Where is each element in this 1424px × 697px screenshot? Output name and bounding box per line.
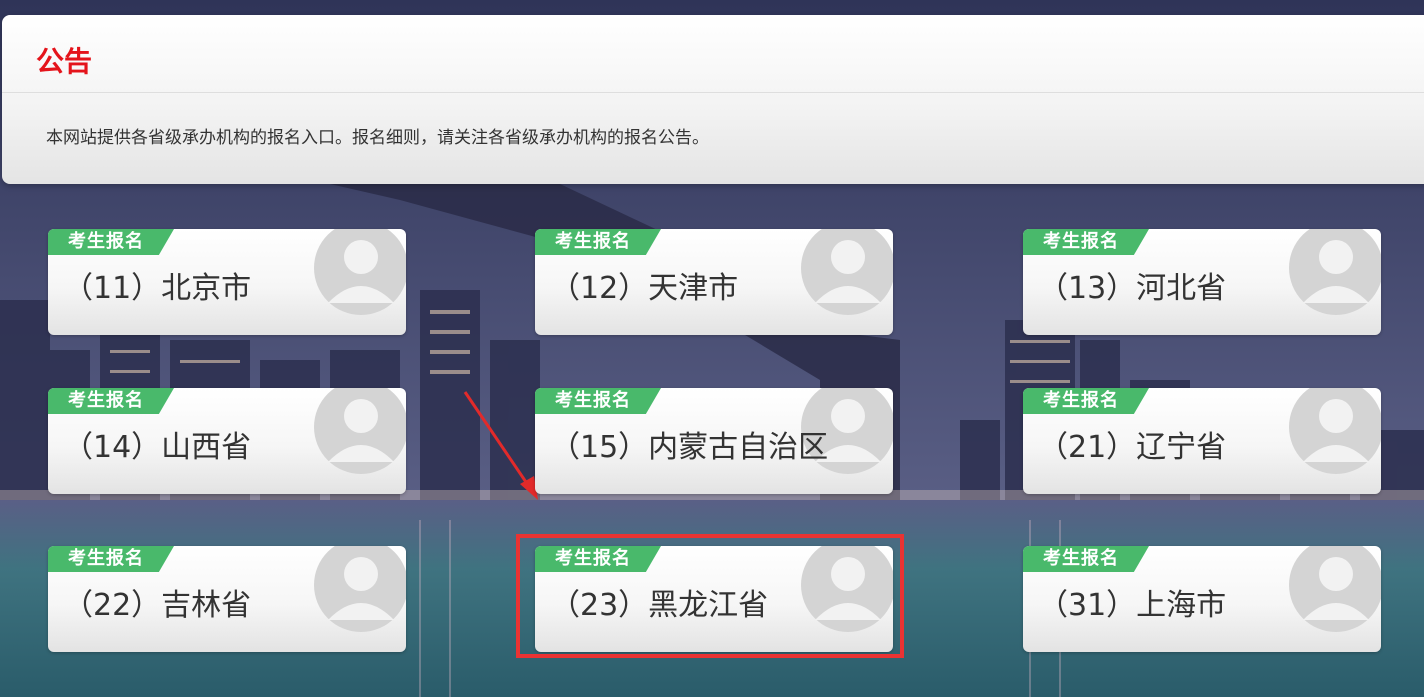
user-avatar-icon [1289, 388, 1381, 474]
register-tag-label: 考生报名 [1043, 548, 1119, 569]
user-avatar-icon [801, 229, 893, 315]
notice-divider [2, 92, 1424, 93]
province-name: （11）北京市 [63, 271, 252, 306]
province-card-hebei[interactable]: 考生报名 （13）河北省 [1023, 229, 1381, 335]
province-card-shanxi[interactable]: 考生报名 （14）山西省 [48, 388, 406, 494]
province-card-neimenggu[interactable]: 考生报名 （15）内蒙古自治区 [535, 388, 893, 494]
register-tag-label: 考生报名 [1043, 231, 1119, 252]
highlight-box [516, 534, 904, 658]
province-card-tianjin[interactable]: 考生报名 （12）天津市 [535, 229, 893, 335]
register-tag-label: 考生报名 [555, 390, 631, 411]
user-avatar-icon [314, 229, 406, 315]
province-card-jilin[interactable]: 考生报名 （22）吉林省 [48, 546, 406, 652]
user-avatar-icon [1289, 229, 1381, 315]
notice-body: 本网站提供各省级承办机构的报名入口。报名细则，请关注各省级承办机构的报名公告。 [46, 128, 709, 148]
province-card-beijing[interactable]: 考生报名 （11）北京市 [48, 229, 406, 335]
register-tag-label: 考生报名 [555, 231, 631, 252]
register-tag-label: 考生报名 [68, 548, 144, 569]
user-avatar-icon [314, 388, 406, 474]
notice-title: 公告 [36, 45, 93, 78]
province-card-shanghai[interactable]: 考生报名 （31）上海市 [1023, 546, 1381, 652]
user-avatar-icon [314, 546, 406, 632]
province-name: （12）天津市 [550, 271, 739, 306]
user-avatar-icon [1289, 546, 1381, 632]
province-name: （22）吉林省 [63, 588, 252, 623]
province-name: （13）河北省 [1038, 271, 1227, 306]
province-name: （31）上海市 [1038, 588, 1227, 623]
notice-panel: 公告 本网站提供各省级承办机构的报名入口。报名细则，请关注各省级承办机构的报名公… [2, 15, 1424, 184]
register-tag-label: 考生报名 [68, 390, 144, 411]
register-tag-label: 考生报名 [68, 231, 144, 252]
province-name: （21）辽宁省 [1038, 430, 1227, 465]
register-tag-label: 考生报名 [1043, 390, 1119, 411]
province-name: （15）内蒙古自治区 [550, 430, 829, 465]
province-name: （14）山西省 [63, 430, 252, 465]
province-card-liaoning[interactable]: 考生报名 （21）辽宁省 [1023, 388, 1381, 494]
